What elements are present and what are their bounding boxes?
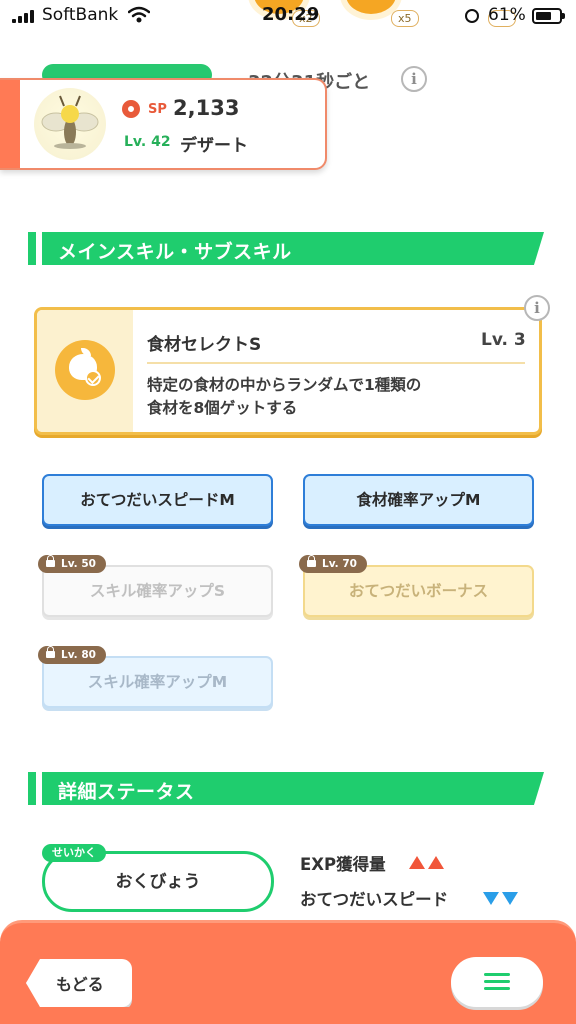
signal-icon xyxy=(12,10,34,23)
stat-up-label: EXP獲得量 xyxy=(300,855,386,874)
lock-icon xyxy=(46,646,55,658)
section-header-details: 詳細ステータス xyxy=(28,772,544,805)
main-skill-level: Lv. 3 xyxy=(481,330,526,350)
back-button-label[interactable]: もどる xyxy=(56,971,104,995)
divider xyxy=(147,362,525,364)
subskill-button[interactable]: おてつだいスピードM xyxy=(42,474,273,526)
card-accent-tab xyxy=(0,80,20,168)
stat-down-arrows-icon xyxy=(483,890,521,909)
wifi-icon xyxy=(128,6,150,23)
info-icon[interactable]: i xyxy=(401,66,427,92)
pokemon-sprite-icon xyxy=(41,95,99,149)
skill-icon-panel xyxy=(37,310,133,432)
sp-value: 2,133 xyxy=(173,96,240,120)
menu-button[interactable] xyxy=(451,957,543,1007)
main-skill-card[interactable]: 食材セレクトS Lv. 3 特定の食材の中からランダムで1種類の 食材を8個ゲッ… xyxy=(34,307,542,435)
subskill-button[interactable]: 食材確率アップM xyxy=(303,474,534,526)
section-title: 詳細ステータス xyxy=(58,781,195,803)
status-bar: SoftBank 20:29 61% xyxy=(0,0,576,34)
stat-down-label: おてつだいスピード xyxy=(300,890,449,909)
sp-icon xyxy=(122,100,140,118)
battery-icon xyxy=(532,8,565,24)
skill-info-icon[interactable]: i xyxy=(524,295,550,321)
pokemon-specialty: デザート xyxy=(180,136,248,156)
ingredient-select-icon xyxy=(55,340,115,400)
sp-label: SP xyxy=(148,102,167,117)
main-skill-name: 食材セレクトS xyxy=(147,335,262,355)
battery-percent: 61% xyxy=(488,5,526,25)
lock-icon xyxy=(46,555,55,567)
unlock-level-tag: Lv. 70 xyxy=(299,555,367,573)
lock-icon xyxy=(307,555,316,567)
rotation-lock-icon xyxy=(465,9,479,23)
unlock-level-text: Lv. 50 xyxy=(61,558,96,570)
pokemon-avatar xyxy=(34,88,106,160)
nature-tag: せいかく xyxy=(42,844,106,862)
status-time: 20:29 xyxy=(262,4,320,25)
main-skill-description: 特定の食材の中からランダムで1種類の 食材を8個ゲットする xyxy=(147,374,527,420)
pokemon-summary-card[interactable]: SP 2,133 Lv. 42 デザート xyxy=(0,78,327,170)
unlock-level-text: Lv. 70 xyxy=(322,558,357,570)
stat-up-arrows-icon xyxy=(409,854,447,873)
description-line: 特定の食材の中からランダムで1種類の xyxy=(147,376,422,394)
unlock-level-tag: Lv. 80 xyxy=(38,646,106,664)
carrier-name: SoftBank xyxy=(42,5,119,25)
unlock-level-tag: Lv. 50 xyxy=(38,555,106,573)
bottom-nav-bar: もどる xyxy=(0,920,576,1024)
description-line: 食材を8個ゲットする xyxy=(147,399,298,417)
pokemon-level: Lv. 42 xyxy=(124,134,171,150)
section-header-skills: メインスキル・サブスキル xyxy=(28,232,544,265)
section-title: メインスキル・サブスキル xyxy=(58,241,292,263)
unlock-level-text: Lv. 80 xyxy=(61,649,96,661)
